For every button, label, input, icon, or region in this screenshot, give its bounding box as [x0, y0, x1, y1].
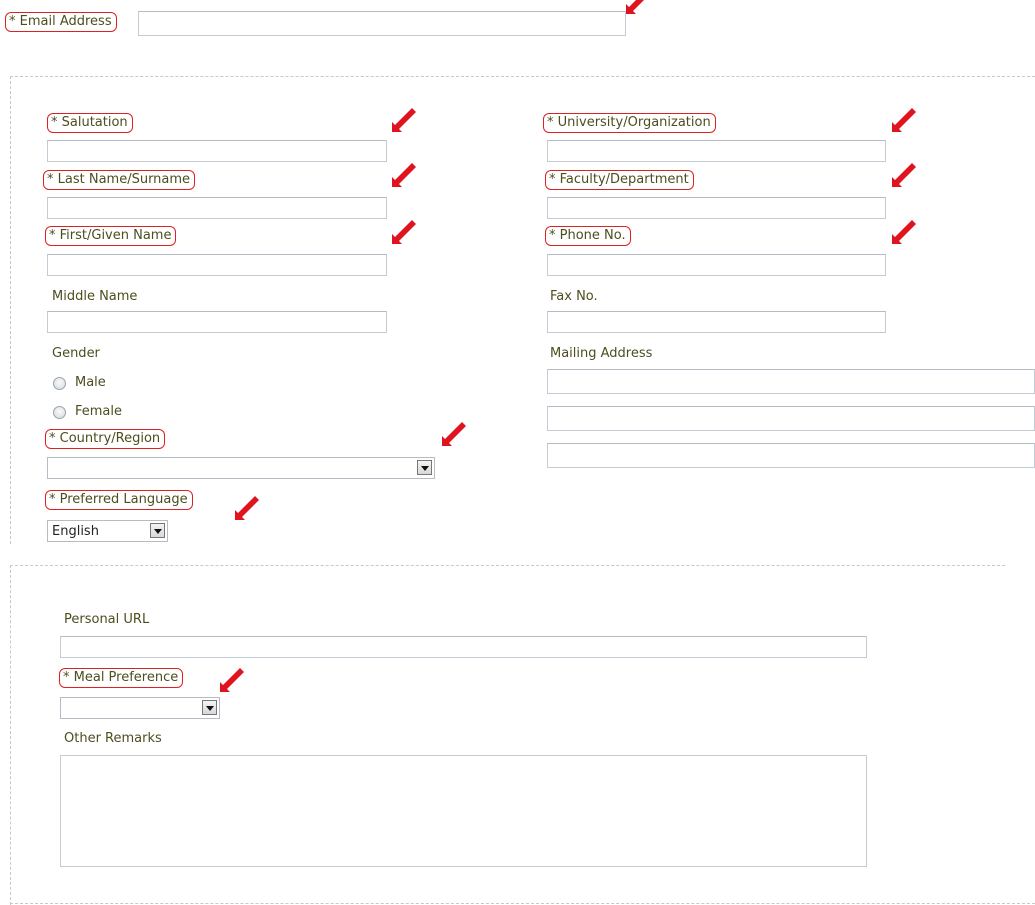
last-name-input[interactable]	[47, 197, 387, 219]
chevron-down-icon[interactable]	[417, 460, 432, 475]
other-remarks-label: Other Remarks	[64, 731, 162, 746]
faculty-label: * Faculty/Department	[545, 170, 694, 190]
mailing-address-label: Mailing Address	[550, 346, 653, 361]
gender-male-label: Male	[75, 375, 106, 390]
email-label: * Email Address	[5, 12, 117, 32]
red-arrow-icon	[442, 422, 466, 446]
language-value: English	[52, 524, 99, 539]
gender-male-radio[interactable]	[53, 377, 66, 390]
gender-label: Gender	[52, 346, 100, 361]
red-arrow-icon	[220, 668, 244, 692]
mailing-address-line-3[interactable]	[547, 443, 1035, 468]
first-name-label: * First/Given Name	[45, 226, 177, 246]
faculty-input[interactable]	[547, 197, 886, 219]
university-label: * University/Organization	[543, 113, 716, 133]
language-select[interactable]: English	[47, 520, 168, 542]
red-arrow-icon	[626, 0, 644, 14]
red-arrow-icon	[892, 220, 916, 244]
fax-input[interactable]	[547, 311, 886, 333]
salutation-input[interactable]	[47, 140, 387, 162]
chevron-down-icon[interactable]	[202, 700, 217, 715]
red-arrow-icon	[392, 108, 416, 132]
middle-name-label: Middle Name	[52, 289, 138, 304]
language-label: * Preferred Language	[45, 490, 193, 510]
red-arrow-icon	[892, 163, 916, 187]
phone-label: * Phone No.	[545, 226, 631, 246]
email-input[interactable]	[138, 11, 626, 36]
last-name-label: * Last Name/Surname	[43, 170, 196, 190]
section-divider	[10, 565, 1005, 566]
personal-url-input[interactable]	[60, 636, 867, 658]
red-arrow-icon	[392, 163, 416, 187]
gender-female-radio[interactable]	[53, 406, 66, 419]
personal-url-label: Personal URL	[64, 612, 150, 627]
phone-input[interactable]	[547, 254, 886, 276]
salutation-label: * Salutation	[47, 113, 133, 133]
meal-preference-label: * Meal Preference	[59, 668, 184, 688]
fax-label: Fax No.	[550, 289, 598, 304]
section-border-left	[10, 565, 11, 905]
gender-female-label: Female	[75, 404, 123, 419]
meal-preference-select[interactable]	[60, 697, 220, 719]
section-border-left	[10, 76, 11, 544]
section-divider	[10, 76, 1035, 77]
university-input[interactable]	[547, 140, 886, 162]
red-arrow-icon	[235, 496, 259, 520]
country-select[interactable]	[47, 457, 435, 479]
red-arrow-icon	[892, 108, 916, 132]
red-arrow-icon	[392, 220, 416, 244]
section-divider	[10, 903, 1035, 904]
middle-name-input[interactable]	[47, 311, 387, 333]
mailing-address-line-2[interactable]	[547, 406, 1035, 431]
chevron-down-icon[interactable]	[150, 523, 165, 538]
country-label: * Country/Region	[45, 429, 166, 449]
first-name-input[interactable]	[47, 254, 387, 276]
other-remarks-textarea[interactable]	[60, 755, 867, 867]
mailing-address-line-1[interactable]	[547, 369, 1035, 394]
